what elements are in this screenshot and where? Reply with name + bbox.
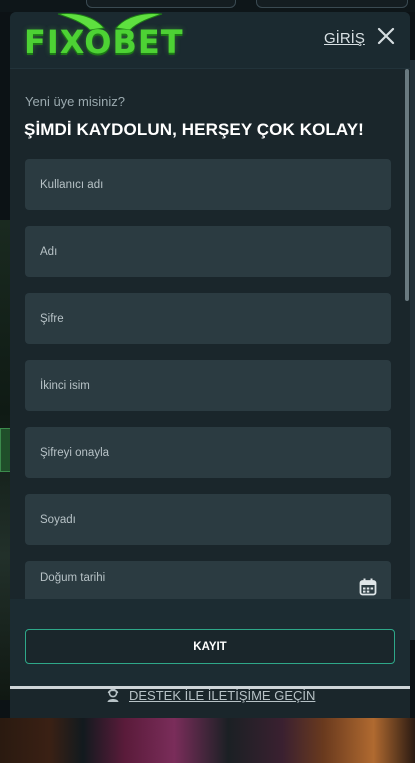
surname-field[interactable]: Soyadı (25, 494, 391, 545)
support-contact-label: DESTEK İLE İLETİŞİME GEÇİN (129, 687, 316, 703)
middle-name-field[interactable]: İkinci isim (25, 360, 391, 411)
scrollbar-thumb[interactable] (405, 69, 409, 301)
background-game-thumbnails (0, 718, 415, 763)
background-pill-left (86, 0, 236, 8)
birth-date-field[interactable]: Doğum tarihi (25, 561, 391, 599)
logo-text: FIXOBET (24, 23, 184, 61)
surname-placeholder: Soyadı (40, 513, 76, 526)
username-field[interactable]: Kullanıcı adı (25, 159, 391, 210)
form-scroll-area[interactable]: Yeni üye misiniz? ŞİMDİ KAYDOLUN, HERŞEY… (10, 69, 410, 599)
login-link[interactable]: GİRİŞ (324, 30, 365, 47)
password-field[interactable]: Şifre (25, 293, 391, 344)
background-right-strip (410, 60, 415, 640)
password-placeholder: Şifre (40, 312, 64, 325)
support-section: DESTEK İLE İLETİŞİME GEÇİN (10, 688, 410, 718)
support-agent-icon (107, 688, 119, 702)
calendar-icon[interactable] (359, 578, 377, 596)
first-name-field[interactable]: Adı (25, 226, 391, 277)
brand-logo: FIXOBET (24, 12, 224, 64)
username-placeholder: Kullanıcı adı (40, 178, 104, 191)
confirm-password-placeholder: Şifreyi onayla (40, 446, 110, 459)
background-pill-right (256, 0, 408, 8)
modal-header: FIXOBET GİRİŞ (10, 12, 410, 69)
close-icon[interactable] (376, 26, 396, 46)
middle-name-placeholder: İkinci isim (40, 379, 90, 392)
registration-modal: FIXOBET GİRİŞ Yeni üye misiniz? ŞİMDİ KA… (10, 12, 410, 718)
birth-date-placeholder: Doğum tarihi (40, 572, 106, 584)
confirm-password-field[interactable]: Şifreyi onayla (25, 427, 391, 478)
intro-headline: ŞİMDİ KAYDOLUN, HERŞEY ÇOK KOLAY! (24, 120, 364, 139)
first-name-placeholder: Adı (40, 245, 58, 258)
support-contact-link[interactable]: DESTEK İLE İLETİŞİME GEÇİN (105, 683, 315, 707)
form-footer: KAYIT (10, 599, 410, 689)
register-button[interactable]: KAYIT (25, 629, 395, 664)
intro-subtitle: Yeni üye misiniz? (25, 94, 125, 109)
